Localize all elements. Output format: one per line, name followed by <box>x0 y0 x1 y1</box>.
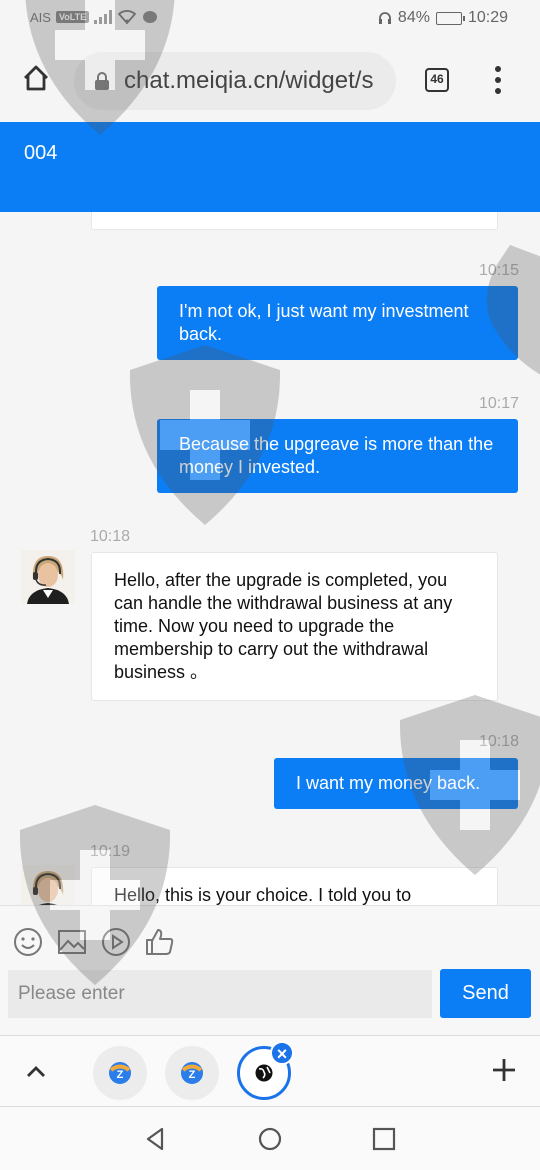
message-time: 10:17 <box>478 395 519 412</box>
tab-switcher-button[interactable]: 46 <box>425 68 449 92</box>
home-nav-icon[interactable] <box>256 1125 284 1153</box>
close-tab-icon[interactable]: × <box>270 1041 294 1065</box>
agent-avatar <box>21 550 75 604</box>
thumbs-up-icon[interactable] <box>144 926 176 958</box>
home-icon[interactable] <box>22 64 50 92</box>
volte-badge: VoLTE <box>55 11 90 23</box>
previous-message-bubble <box>91 212 498 230</box>
message-time: 10:18 <box>90 528 131 545</box>
recents-icon[interactable] <box>370 1125 398 1153</box>
wifi-icon <box>117 10 137 25</box>
message-input[interactable] <box>8 970 432 1018</box>
overflow-menu-icon[interactable] <box>494 66 502 94</box>
status-bar: AIS VoLTE 84% 10:29 <box>0 0 540 40</box>
clock: 10:29 <box>467 9 508 26</box>
new-tab-icon[interactable] <box>490 1056 518 1084</box>
battery-percent: 84% <box>397 9 430 26</box>
image-icon[interactable] <box>56 926 88 958</box>
address-bar[interactable]: chat.meiqia.cn/widget/s <box>74 52 396 110</box>
app-tab-icon: Z <box>109 1062 131 1084</box>
message-list[interactable]: 10:15 I'm not ok, I just want my investm… <box>0 212 540 905</box>
svg-text:Z: Z <box>189 1069 196 1081</box>
svg-text:Z: Z <box>117 1069 124 1081</box>
system-nav-bar <box>0 1107 540 1170</box>
status-left: AIS VoLTE <box>30 9 158 25</box>
app-tab-icon: Z <box>181 1062 203 1084</box>
status-right: 84% 10:29 <box>378 9 508 27</box>
incoming-message: Hello, this is your choice. I told you t… <box>91 867 498 905</box>
video-icon[interactable] <box>100 926 132 958</box>
outgoing-message: Because the upgreave is more than the mo… <box>157 419 518 493</box>
message-time: 10:19 <box>90 843 131 860</box>
browser-toolbar: chat.meiqia.cn/widget/s 46 <box>0 40 540 122</box>
browser-tab[interactable]: Z <box>93 1046 147 1100</box>
notification-icon <box>143 11 158 23</box>
chevron-up-icon[interactable] <box>24 1060 48 1084</box>
send-button[interactable]: Send <box>440 969 531 1018</box>
browser-tab-strip: Z Z <box>0 1035 540 1107</box>
browser-tab[interactable]: Z <box>165 1046 219 1100</box>
outgoing-message: I'm not ok, I just want my investment ba… <box>157 286 518 360</box>
incoming-message: Hello, after the upgrade is completed, y… <box>91 552 498 701</box>
headset-icon <box>378 12 391 24</box>
outgoing-message: I want my money back. <box>274 758 518 809</box>
chat-header: 004 <box>0 122 540 212</box>
signal-icon <box>94 10 113 24</box>
composer: Send <box>0 905 540 1035</box>
globe-tab-icon <box>255 1064 273 1082</box>
url-text: chat.meiqia.cn/widget/s <box>124 67 374 94</box>
message-time: 10:15 <box>478 262 519 279</box>
back-icon[interactable] <box>142 1125 170 1153</box>
message-time: 10:18 <box>478 733 519 750</box>
chat-title: 004 <box>24 142 58 164</box>
agent-avatar <box>21 865 75 905</box>
emoji-icon[interactable] <box>12 926 44 958</box>
composer-tools <box>12 926 176 958</box>
lock-icon <box>95 72 109 90</box>
carrier-label: AIS <box>30 9 51 25</box>
battery-icon <box>435 11 465 25</box>
